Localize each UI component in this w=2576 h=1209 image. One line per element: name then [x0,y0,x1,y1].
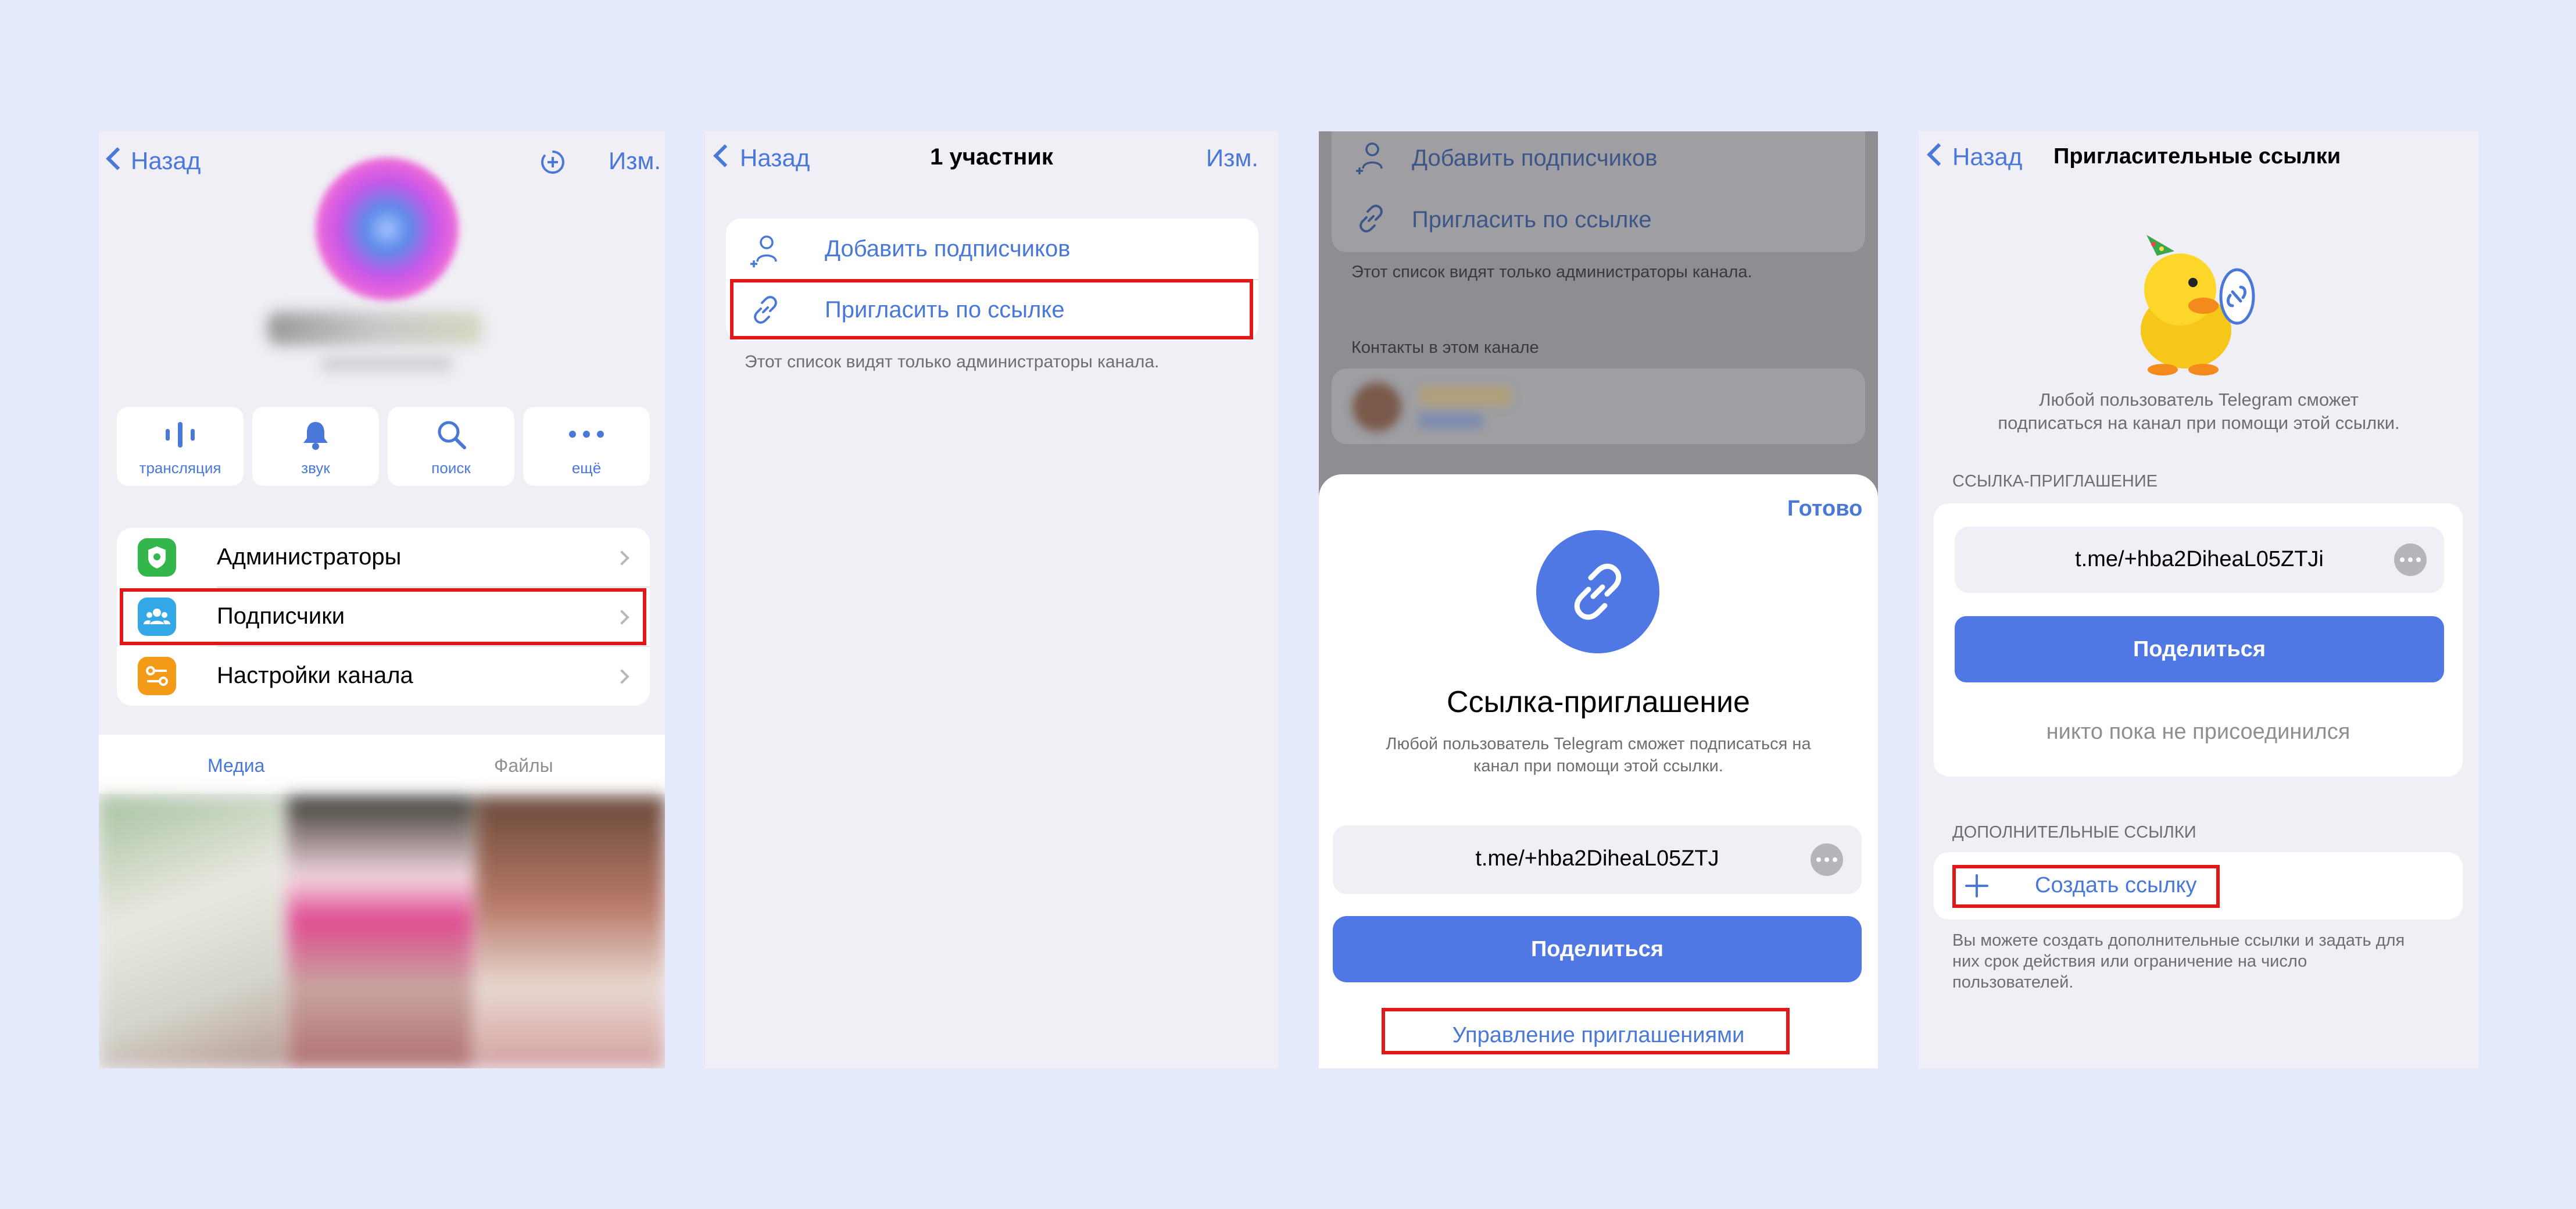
done-button[interactable]: Готово [1787,496,1862,521]
add-user-icon [1356,142,1383,174]
subscribers-screen: Назад 1 участник Изм. Добавить подписчик… [705,131,1278,1068]
invite-by-link-label: Пригласить по ссылке [1412,207,1652,233]
edit-button[interactable]: Изм. [1206,144,1258,172]
more-button[interactable]: ещё [523,407,650,486]
contact-row-blurred [1332,369,1865,444]
channel-name-blurred [267,312,482,345]
extra-links-section-header: ДОПОЛНИТЕЛЬНЫЕ ССЫЛКИ [1952,823,2196,842]
invite-link-section-header: ССЫЛКА-ПРИГЛАШЕНИЕ [1952,472,2158,491]
sound-label: звук [301,459,330,477]
page-title: Пригласительные ссылки [2053,144,2341,169]
chevron-right-icon [614,550,629,566]
description-line1: Любой пользователь Telegram сможет [2039,389,2359,410]
page-title: 1 участник [930,144,1053,170]
back-button[interactable]: Назад [1952,143,2022,171]
admins-only-note: Этот список видят только администраторы … [745,352,1160,371]
admins-icon [138,538,176,577]
dimmed-actions-card: Добавить подписчиков Пригласить по ссылк… [1332,131,1865,252]
sheet-title: Ссылка-приглашение [1447,685,1750,719]
broadcast-button[interactable]: трансляция [117,407,244,486]
invite-link-text: t.me/+hba2DiheaL05ZTJ [1475,846,1719,871]
channel-avatar [316,158,459,301]
link-options-button[interactable] [2394,543,2427,576]
add-subscribers-button[interactable]: Добавить подписчиков [726,219,1258,280]
more-icon [569,431,604,438]
add-user-icon [750,235,777,267]
tab-media[interactable]: Медиа [207,755,264,777]
back-chevron-icon[interactable] [1927,143,1950,166]
share-button[interactable]: Поделиться [1333,916,1862,982]
back-chevron-icon[interactable] [106,147,129,170]
back-button[interactable]: Назад [131,147,201,175]
duck-sticker-icon [2141,235,2255,375]
media-gallery-blurred [99,796,665,1068]
admins-only-note: Этот список видят только администраторы … [1351,263,1752,281]
search-button[interactable]: поиск [388,407,514,486]
highlight-invite-by-link [730,279,1253,339]
link-icon [1574,563,1622,620]
bell-icon [303,422,328,450]
extra-links-footer-line3: пользователей. [1952,973,2074,992]
menu-label: Настройки канала [217,663,413,688]
media-tabs: Медиа Файлы [99,735,665,794]
sheet-description-line2: канал при помощи этой ссылки. [1473,757,1723,775]
search-label: поиск [431,459,471,477]
highlight-create-link [1952,865,2220,908]
sheet-description-line1: Любой пользователь Telegram сможет подпи… [1386,735,1811,753]
no-one-joined-text: никто пока не присоединился [2046,720,2350,744]
search-icon [438,421,466,449]
sound-button[interactable]: звук [252,407,379,486]
link-icon [1359,205,1383,233]
menu-item-channel-settings[interactable]: Настройки канала [117,646,650,706]
channel-status-blurred [320,355,453,373]
invite-link-field[interactable]: t.me/+hba2DiheaL05ZTJ [1333,825,1862,894]
broadcast-icon [166,422,195,448]
primary-invite-card: t.me/+hba2DiheaL05ZTJi Поделиться никто … [1934,503,2463,777]
share-button[interactable]: Поделиться [1955,616,2444,682]
add-subscribers-label: Добавить подписчиков [1412,145,1658,171]
highlight-subscribers [120,588,646,645]
more-label: ещё [571,459,602,477]
menu-label: Администраторы [217,544,402,570]
description-line2: подписаться на канал при помощи этой ссы… [1998,413,2400,433]
highlight-manage-invites [1382,1008,1790,1054]
dimmed-background: Добавить подписчиков Пригласить по ссылк… [1319,131,1878,474]
invite-link-sheet-screen: Добавить подписчиков Пригласить по ссылк… [1319,131,1878,1068]
extra-links-footer-line2: них срок действия или ограничение на чис… [1952,952,2307,971]
menu-item-administrators[interactable]: Администраторы [117,528,650,587]
contacts-header: Контакты в этом канале [1351,338,1539,357]
extra-links-footer-line1: Вы можете создать дополнительные ссылки … [1952,931,2405,950]
link-badge [1536,530,1659,653]
broadcast-label: трансляция [139,459,221,477]
link-options-button[interactable] [1811,843,1843,876]
channel-profile-screen: Назад Изм. трансляция звук поиск ещё Адм… [99,131,665,1068]
invite-links-screen: Назад Пригласительные ссылки Любой польз… [1919,131,2479,1068]
add-subscribers-label: Добавить подписчиков [825,236,1071,262]
invite-link-sheet: Готово Ссылка-приглашение Любой пользова… [1319,474,1878,1068]
add-emoji-status-icon[interactable] [538,148,567,177]
invite-link-field[interactable]: t.me/+hba2DiheaL05ZTJi [1955,527,2444,593]
tab-files[interactable]: Файлы [494,755,553,777]
invite-link-text: t.me/+hba2DiheaL05ZTJi [2075,547,2324,571]
settings-icon [138,657,176,695]
chevron-right-icon [614,669,629,684]
edit-button[interactable]: Изм. [609,147,661,175]
